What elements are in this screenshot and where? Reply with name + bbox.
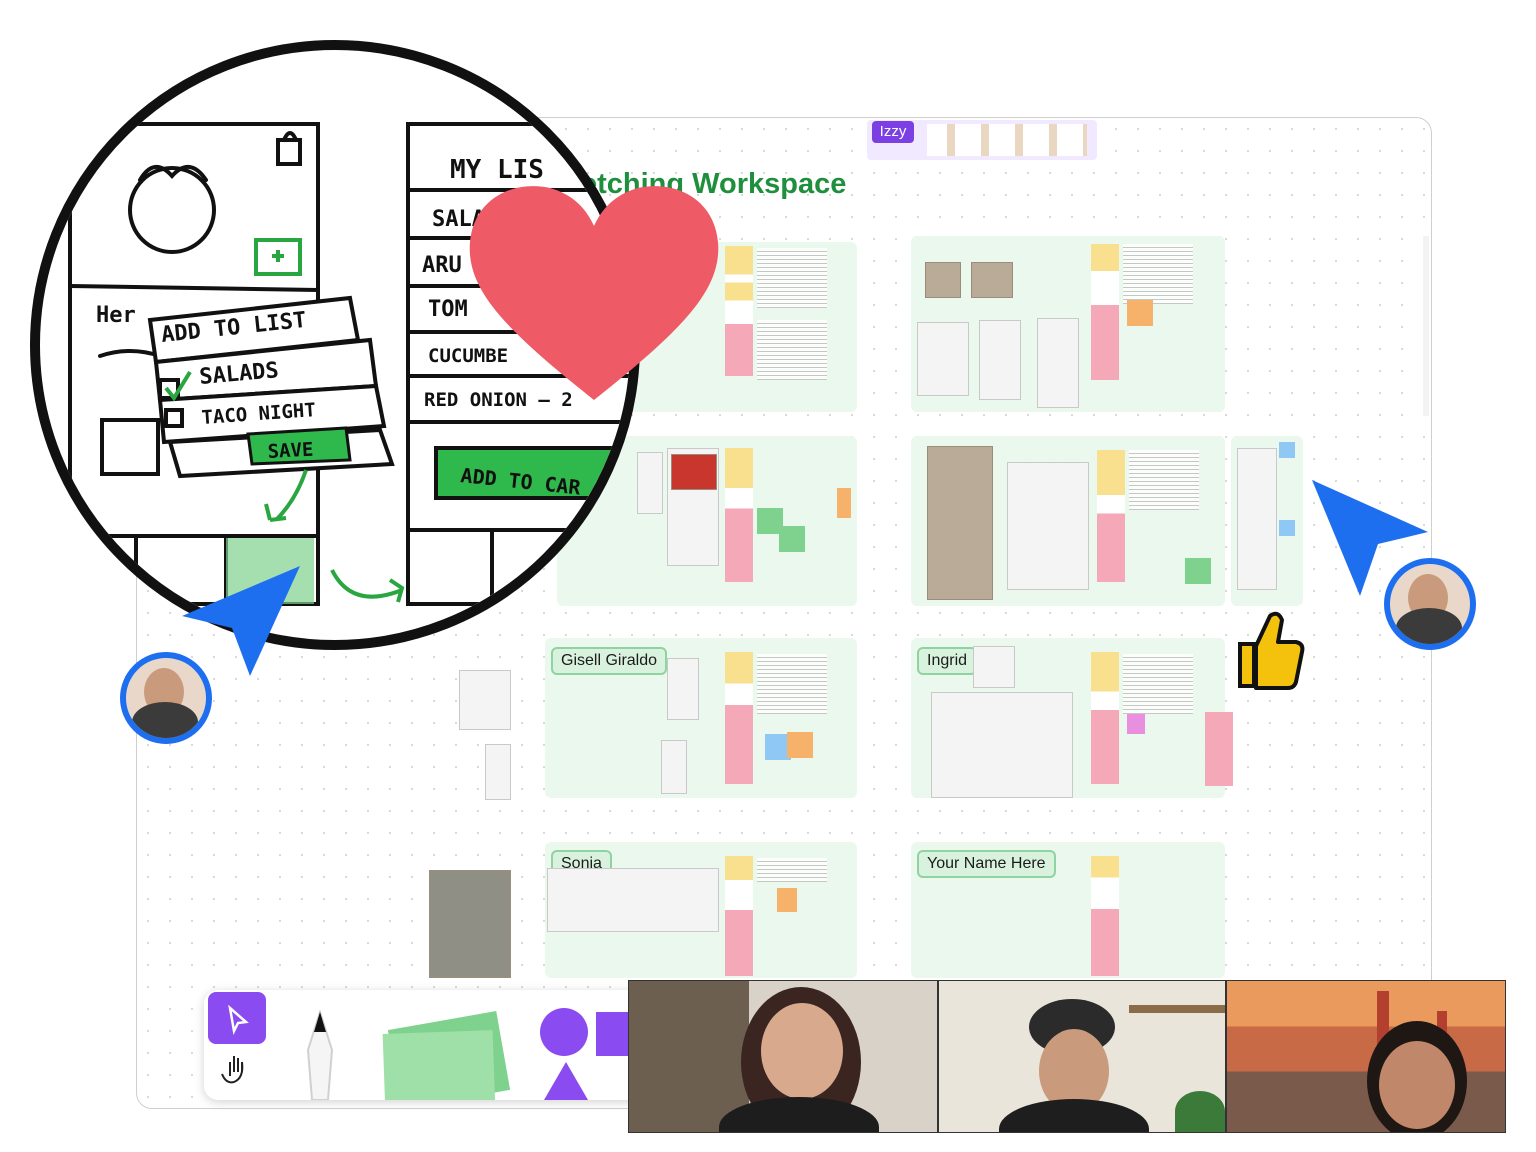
- video-plant: [1175, 1091, 1225, 1132]
- select-tool[interactable]: [208, 992, 266, 1044]
- wireframe-thumbnail[interactable]: [637, 452, 663, 514]
- wireframe-thumbnail[interactable]: [485, 744, 511, 800]
- collaborator-avatar-left[interactable]: [120, 652, 212, 744]
- text-block[interactable]: [757, 654, 827, 714]
- participant-shoulders: [999, 1099, 1149, 1132]
- sticky-column[interactable]: [1097, 450, 1125, 582]
- sketch-save-button: SAVE: [267, 439, 314, 463]
- video-background: [629, 981, 749, 1132]
- name-tag-gisell[interactable]: Gisell Giraldo: [551, 647, 668, 675]
- wireframe-thumbnail[interactable]: [931, 692, 1073, 798]
- video-tile-participant-2[interactable]: [938, 980, 1226, 1133]
- cursor-arrow-icon: [228, 1004, 249, 1035]
- participant-face: [761, 1003, 843, 1099]
- name-tag-your-name[interactable]: Your Name Here: [917, 850, 1056, 878]
- sticky-note[interactable]: [1127, 714, 1145, 734]
- sticky-note[interactable]: [787, 732, 813, 758]
- sticky-note[interactable]: [1185, 558, 1211, 584]
- wireframe-thumbnail[interactable]: [1037, 318, 1079, 408]
- sticky-note[interactable]: [777, 888, 797, 912]
- wireframe-thumbnail[interactable]: [547, 868, 719, 932]
- sketch-text-partial: Her: [96, 303, 136, 328]
- text-block[interactable]: [757, 248, 827, 308]
- wireframe-thumbnail[interactable]: [979, 320, 1021, 400]
- minimap-frames: [927, 124, 1087, 156]
- text-block[interactable]: [1123, 654, 1193, 714]
- sketch-photo[interactable]: [429, 870, 511, 978]
- participant-face: [1379, 1041, 1455, 1129]
- collaborator-label-izzy: Izzy: [872, 121, 914, 143]
- text-block[interactable]: [1129, 450, 1199, 510]
- hand-tool[interactable]: [208, 1046, 266, 1096]
- sticky-note[interactable]: [779, 526, 805, 552]
- sketch-list-item: TOM: [428, 297, 468, 322]
- wireframe-thumbnail[interactable]: [667, 658, 699, 720]
- pen-tool[interactable]: [292, 1010, 348, 1100]
- wireframe-thumbnail[interactable]: [1007, 462, 1089, 590]
- drawing-toolbar: [204, 990, 644, 1100]
- thumbs-up-icon: [1238, 611, 1305, 690]
- name-tag-ingrid[interactable]: Ingrid: [917, 647, 978, 675]
- hand-icon: [221, 1056, 244, 1084]
- wireframe-thumbnail[interactable]: [661, 740, 687, 794]
- sticky-note[interactable]: [1279, 442, 1295, 458]
- wireframe-thumbnail[interactable]: [973, 646, 1015, 688]
- sticky-note[interactable]: [837, 488, 851, 518]
- sticky-note[interactable]: [1279, 520, 1295, 536]
- heart-icon: [469, 186, 719, 400]
- sticky-column[interactable]: [1091, 856, 1119, 976]
- sticky-column[interactable]: [725, 448, 753, 582]
- sketch-list-item: ARU: [422, 253, 462, 278]
- text-block[interactable]: [1123, 244, 1193, 304]
- sticky-column[interactable]: [725, 856, 753, 976]
- sketch-photo[interactable]: [971, 262, 1013, 298]
- sticky-column[interactable]: [1091, 244, 1119, 380]
- produce-photo[interactable]: [671, 454, 717, 490]
- canvas-scroll-strip[interactable]: [1423, 236, 1429, 416]
- video-tile-participant-1[interactable]: [628, 980, 938, 1133]
- sticky-column[interactable]: [725, 246, 753, 376]
- video-shelf: [1129, 1005, 1225, 1013]
- wireframe-thumbnail[interactable]: [1237, 448, 1277, 590]
- collaborator-avatar-right[interactable]: [1384, 558, 1476, 650]
- sticky-note-tool[interactable]: [380, 1011, 516, 1100]
- text-block[interactable]: [757, 858, 827, 882]
- sticky-column[interactable]: [1205, 712, 1233, 786]
- wireframe-thumbnail[interactable]: [459, 670, 511, 730]
- video-tile-participant-3[interactable]: [1226, 980, 1506, 1133]
- sticky-column[interactable]: [1091, 652, 1119, 784]
- sticky-note[interactable]: [1127, 300, 1153, 326]
- sketch-photo[interactable]: [927, 446, 993, 600]
- sketch-photo[interactable]: [925, 262, 961, 298]
- sticky-column[interactable]: [725, 652, 753, 784]
- wireframe-thumbnail[interactable]: [917, 322, 969, 396]
- text-block[interactable]: [757, 320, 827, 380]
